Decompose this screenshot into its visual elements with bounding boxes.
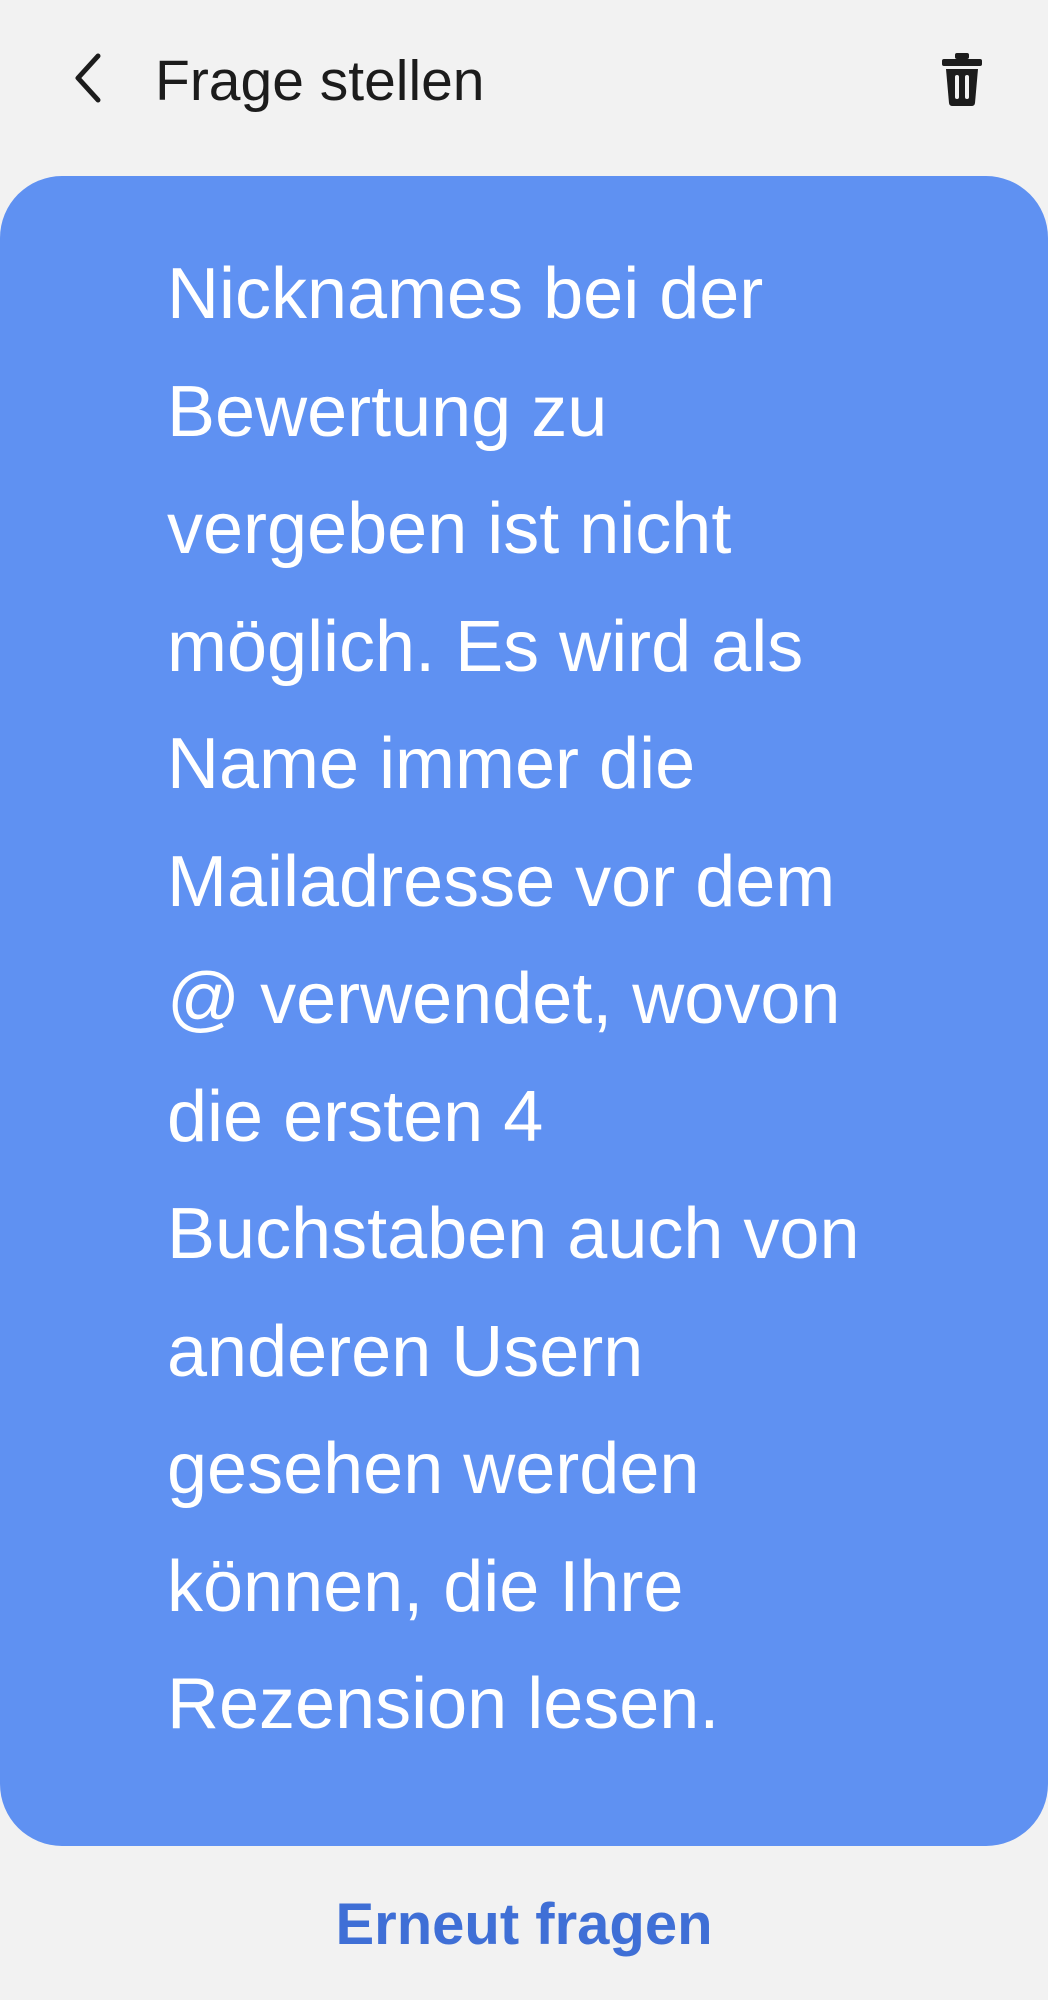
app-header: Frage stellen: [0, 0, 1048, 160]
answer-bubble: Nicknames bei der Bewertung zu vergeben …: [0, 176, 1048, 1846]
answer-text: Nicknames bei der Bewertung zu vergeben …: [167, 254, 860, 1744]
chevron-left-icon: [75, 53, 101, 103]
page-title: Frage stellen: [155, 49, 485, 113]
trash-icon: [942, 53, 982, 106]
ask-again-button[interactable]: Erneut fragen: [0, 1890, 1048, 1960]
delete-button[interactable]: [930, 44, 994, 114]
back-button[interactable]: [56, 46, 120, 110]
